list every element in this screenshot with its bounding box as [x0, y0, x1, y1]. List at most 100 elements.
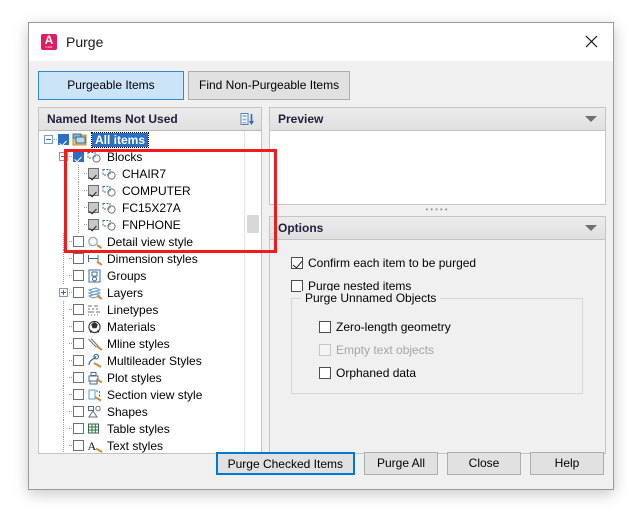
orphaned-data-label: Orphaned data: [336, 366, 416, 380]
tree-item-table-styles[interactable]: Table styles: [39, 420, 245, 437]
tree-item-text-styles[interactable]: A Text styles: [39, 437, 245, 453]
tree-list: All itemsBlocks CHAIR7COMPUTERFC15X27A FNP…: [39, 131, 245, 453]
confirm-each-item-row[interactable]: Confirm each item to be purged: [291, 254, 476, 272]
tree-item-label: FNPHONE: [122, 218, 181, 232]
tab-bar: Purgeable Items Find Non-Purgeable Items: [38, 71, 350, 100]
purge-unnamed-objects-group: Purge Unnamed Objects Zero-length geomet…: [291, 298, 583, 394]
shapes-icon: [87, 405, 103, 419]
plot-style-icon: [87, 371, 103, 385]
tree-item-label: Text styles: [107, 439, 163, 453]
tree-item-checkbox[interactable]: [73, 321, 84, 332]
block-icon: [102, 184, 118, 198]
tree-item-checkbox[interactable]: [73, 236, 84, 247]
tree-item-label: CHAIR7: [122, 167, 166, 181]
tree-line-connector: [58, 250, 73, 267]
dialog-button-row: Purge Checked Items Purge All Close Help: [29, 452, 613, 475]
orphaned-data-checkbox[interactable]: [319, 367, 331, 379]
tree-item-checkbox[interactable]: [58, 134, 69, 145]
tree-view[interactable]: All itemsBlocks CHAIR7COMPUTERFC15X27A FNP…: [38, 131, 262, 454]
tree-item-checkbox[interactable]: [73, 151, 84, 162]
window-title: Purge: [66, 34, 103, 50]
tree-item-checkbox[interactable]: [73, 338, 84, 349]
tree-item-multileader-styles[interactable]: Multileader Styles: [39, 352, 245, 369]
tab-purgeable-items[interactable]: Purgeable Items: [38, 71, 184, 100]
block-icon: [102, 201, 118, 215]
tree-item-mline-styles[interactable]: Mline styles: [39, 335, 245, 352]
tree-item-checkbox[interactable]: [73, 406, 84, 417]
section-view-style-icon: [87, 388, 103, 402]
tree-item-linetypes[interactable]: Linetypes: [39, 301, 245, 318]
collapse-expander-icon[interactable]: [43, 131, 58, 148]
tree-line-connector: [58, 420, 73, 437]
preview-header: Preview: [269, 107, 606, 131]
tree-item-checkbox[interactable]: [73, 355, 84, 366]
tree-item-checkbox[interactable]: [73, 304, 84, 315]
collapse-expander-icon[interactable]: [58, 148, 73, 165]
zero-length-geometry-row[interactable]: Zero-length geometry: [319, 318, 451, 336]
expand-expander-icon[interactable]: [58, 284, 73, 301]
chevron-down-icon[interactable]: [585, 225, 597, 231]
options-header: Options: [269, 216, 606, 240]
orphaned-data-row[interactable]: Orphaned data: [319, 364, 416, 382]
tree-line-connector: [73, 199, 88, 216]
confirm-each-item-checkbox[interactable]: [291, 257, 303, 269]
tree-line-connector: [58, 369, 73, 386]
tree-item-checkbox[interactable]: [73, 253, 84, 264]
tree-item-checkbox[interactable]: [73, 440, 84, 451]
sort-tree-descending-icon[interactable]: [240, 112, 255, 127]
tree-item-label: Mline styles: [107, 337, 170, 351]
dimension-style-icon: [87, 252, 103, 266]
options-header-label: Options: [278, 221, 585, 235]
svg-text:A: A: [88, 439, 97, 453]
tree-item-checkbox[interactable]: [88, 219, 99, 230]
tree-item-checkbox[interactable]: [88, 185, 99, 196]
tree-item-label: Materials: [107, 320, 156, 334]
tree-item-label: Table styles: [107, 422, 170, 436]
tree-item-checkbox[interactable]: [73, 372, 84, 383]
close-icon[interactable]: [569, 23, 613, 60]
tree-scrollbar-thumb[interactable]: [247, 215, 259, 233]
tree-item-chair7[interactable]: CHAIR7: [39, 165, 245, 182]
tree-line-connector: [73, 182, 88, 199]
tree-item-checkbox[interactable]: [88, 168, 99, 179]
tree-item-checkbox[interactable]: [73, 389, 84, 400]
tree-item-fnphone[interactable]: FNPHONE: [39, 216, 245, 233]
tree-item-checkbox[interactable]: [88, 202, 99, 213]
panel-splitter[interactable]: •••••: [269, 205, 606, 215]
tree-item-checkbox[interactable]: [73, 270, 84, 281]
tree-vertical-scrollbar[interactable]: [244, 131, 261, 453]
tree-item-dimension-styles[interactable]: Dimension styles: [39, 250, 245, 267]
empty-text-objects-checkbox: [319, 344, 331, 356]
purge-checked-items-button[interactable]: Purge Checked Items: [216, 452, 355, 475]
help-button[interactable]: Help: [530, 452, 604, 475]
confirm-each-item-label: Confirm each item to be purged: [308, 256, 476, 270]
options-body: Confirm each item to be purged Purge nes…: [269, 240, 606, 454]
tree-item-label: Plot styles: [107, 371, 162, 385]
tree-item-checkbox[interactable]: [73, 287, 84, 298]
tree-item-blocks[interactable]: Blocks: [39, 148, 245, 165]
mline-style-icon: [87, 337, 103, 351]
tree-item-section-view-style[interactable]: Section view style: [39, 386, 245, 403]
tab-find-non-purgeable-items[interactable]: Find Non-Purgeable Items: [188, 71, 350, 100]
materials-icon: [87, 320, 103, 334]
chevron-down-icon[interactable]: [585, 116, 597, 122]
tree-item-layers[interactable]: Layers: [39, 284, 245, 301]
tree-item-label: Section view style: [107, 388, 202, 402]
tree-item-fc15x27a[interactable]: FC15X27A: [39, 199, 245, 216]
tree-item-all-items[interactable]: All items: [39, 131, 245, 148]
multileader-style-icon: [87, 354, 103, 368]
tree-item-shapes[interactable]: Shapes: [39, 403, 245, 420]
empty-text-objects-row: Empty text objects: [319, 341, 434, 359]
tree-line-connector: [58, 318, 73, 335]
tree-item-materials[interactable]: Materials: [39, 318, 245, 335]
zero-length-geometry-checkbox[interactable]: [319, 321, 331, 333]
tree-item-groups[interactable]: Groups: [39, 267, 245, 284]
text-style-icon: A: [87, 439, 103, 453]
tree-item-computer[interactable]: COMPUTER: [39, 182, 245, 199]
close-button[interactable]: Close: [447, 452, 521, 475]
tree-item-plot-styles[interactable]: Plot styles: [39, 369, 245, 386]
purge-all-button[interactable]: Purge All: [364, 452, 438, 475]
tree-item-detail-view-style[interactable]: Detail view style: [39, 233, 245, 250]
preview-panel: Preview: [269, 107, 606, 205]
tree-item-checkbox[interactable]: [73, 423, 84, 434]
